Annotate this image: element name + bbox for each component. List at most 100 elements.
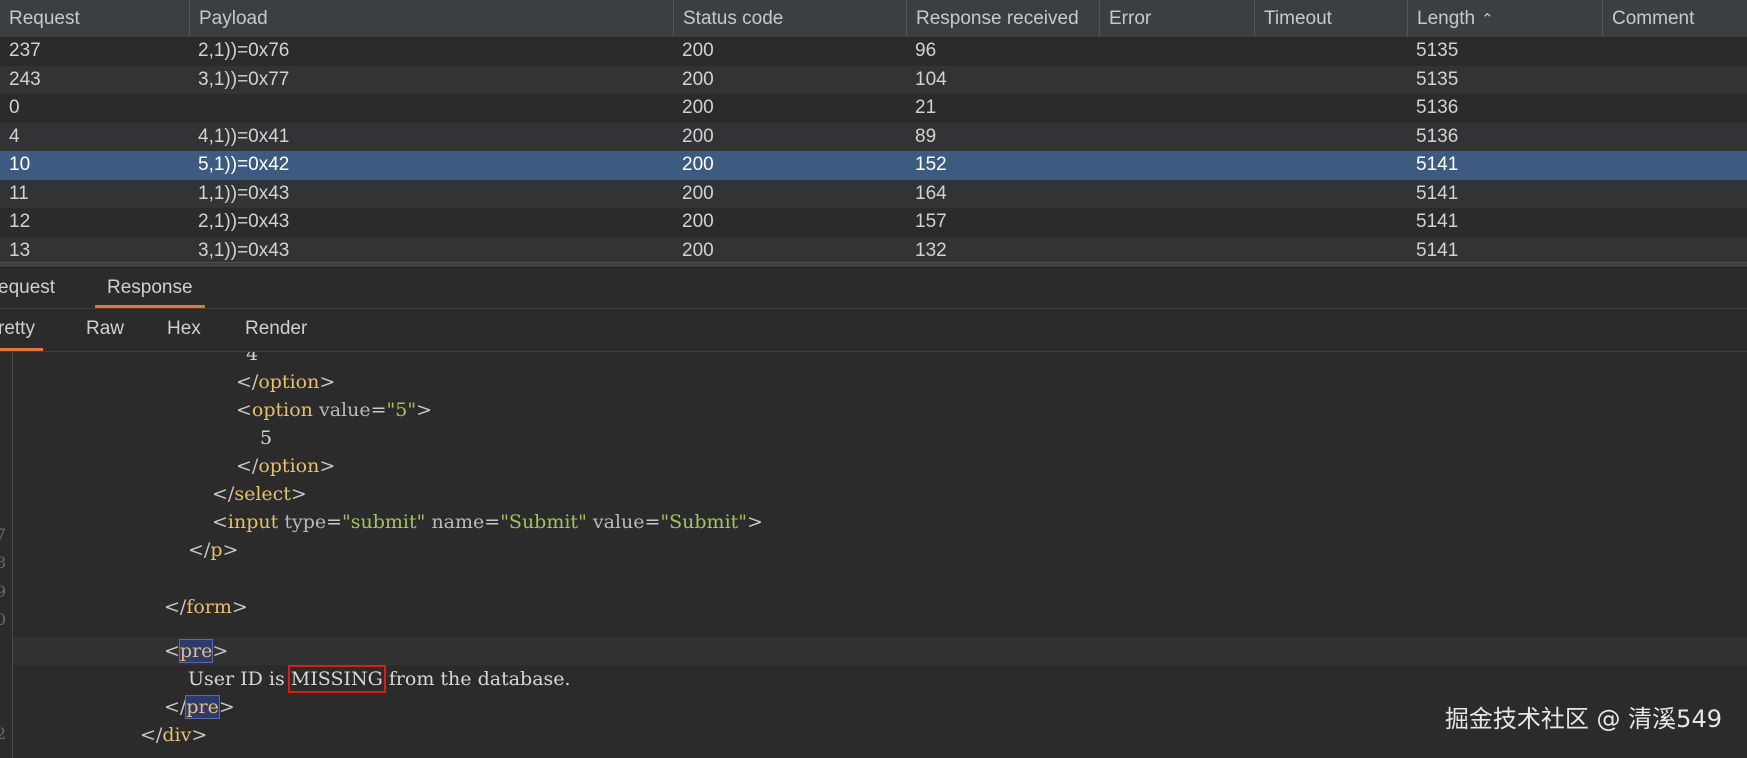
- cell-timeout: [1254, 151, 1407, 180]
- cell-length: 5136: [1416, 125, 1459, 147]
- missing-highlight: MISSING: [287, 665, 386, 693]
- cell-status-code: 200: [682, 154, 714, 175]
- column-header-response-received[interactable]: Response received: [906, 0, 1099, 37]
- cell-length: 5135: [1416, 68, 1459, 90]
- code-line: <option value="5">: [236, 399, 433, 421]
- cell-status-code: 200: [682, 239, 714, 261]
- line-number: 7: [0, 525, 6, 544]
- code-string: "Submit": [500, 511, 587, 533]
- cell-response-received: 164: [915, 182, 947, 204]
- cell-request: 10: [9, 154, 31, 175]
- code-tag: input: [227, 511, 279, 533]
- code-text: from the database.: [388, 668, 571, 690]
- column-header-comment[interactable]: Comment: [1602, 0, 1747, 37]
- code-tag: div: [162, 724, 192, 746]
- table-body: 237 2,1))=0x76 200 96 5135 243 3,1))=0x7…: [0, 37, 1747, 265]
- column-header-timeout[interactable]: Timeout: [1254, 0, 1407, 37]
- code-text: User ID is: [188, 668, 285, 690]
- code-line: <pre>: [164, 639, 229, 663]
- cell-response-received: 89: [915, 125, 937, 147]
- cell-status-code: 200: [682, 68, 714, 90]
- cell-payload: 3,1))=0x77: [198, 68, 290, 90]
- tab-pretty[interactable]: retty: [0, 309, 43, 351]
- tab-response[interactable]: Response: [95, 268, 205, 308]
- cell-payload: [189, 94, 673, 123]
- cell-payload: 5,1))=0x42: [198, 154, 290, 175]
- cell-status-code: 200: [682, 125, 714, 147]
- line-number: 0: [0, 610, 6, 629]
- tab-request[interactable]: equest: [0, 268, 55, 308]
- view-tab-bar: retty Raw Hex Render: [0, 309, 1747, 352]
- cell-status-code: 200: [682, 40, 714, 61]
- code-tag-match: pre: [178, 639, 214, 663]
- code-tag: form: [186, 596, 232, 618]
- code-tag: p: [210, 539, 223, 561]
- cell-error: [1099, 123, 1254, 152]
- code-tag: option: [251, 399, 313, 421]
- code-text: 4: [246, 352, 259, 365]
- column-header-length[interactable]: Length ⌃: [1407, 0, 1602, 37]
- cell-payload: 1,1))=0x43: [198, 182, 290, 204]
- table-row[interactable]: 237 2,1))=0x76 200 96 5135: [0, 37, 1747, 66]
- code-line: </div>: [140, 724, 208, 746]
- current-line-highlight: [13, 637, 1747, 665]
- table-row[interactable]: 243 3,1))=0x77 200 104 5135: [0, 65, 1747, 94]
- code-line: </select>: [212, 483, 307, 505]
- code-tag: select: [234, 483, 291, 505]
- code-tag: option: [258, 455, 320, 477]
- column-header-payload[interactable]: Payload: [189, 0, 673, 37]
- line-number: 9: [0, 582, 6, 601]
- cell-request: 237: [9, 40, 41, 61]
- tab-raw[interactable]: Raw: [86, 309, 124, 351]
- cell-payload: 4,1))=0x41: [198, 125, 290, 147]
- code-line: 4: [246, 352, 258, 369]
- code-tag-match: pre: [185, 695, 220, 719]
- cell-comment: [1602, 237, 1747, 266]
- cell-response-received: 96: [915, 40, 937, 61]
- cell-length: 5135: [1416, 40, 1459, 61]
- column-header-length-label: Length: [1417, 8, 1476, 29]
- cell-response-received: 132: [915, 239, 947, 261]
- code-line: </option>: [236, 455, 336, 477]
- table-row[interactable]: 12 2,1))=0x43 200 157 5141: [0, 208, 1747, 237]
- code-attr: name: [431, 511, 485, 533]
- cell-error: [1099, 94, 1254, 123]
- column-header-request[interactable]: Request: [0, 0, 189, 37]
- cell-length: 5141: [1416, 211, 1459, 232]
- cell-timeout: [1254, 208, 1407, 237]
- column-header-status-code[interactable]: Status code: [673, 0, 906, 37]
- table-row[interactable]: 4 4,1))=0x41 200 89 5136: [0, 122, 1747, 152]
- response-editor[interactable]: 7 8 9 0 2 4 </option> <option value="5">…: [0, 352, 1747, 758]
- line-number: 2: [0, 724, 6, 743]
- cell-comment: [1602, 208, 1747, 237]
- cell-request: 13: [9, 239, 31, 261]
- cell-status-code: 200: [682, 182, 714, 204]
- cell-status-code: 200: [682, 211, 714, 232]
- table-row[interactable]: 13 3,1))=0x43 200 132 5141: [0, 236, 1747, 266]
- cell-payload: 3,1))=0x43: [198, 239, 290, 261]
- tab-render[interactable]: Render: [245, 309, 307, 351]
- code-attr: value: [318, 399, 371, 421]
- code-string: "submit": [342, 511, 426, 533]
- watermark-text: 掘金技术社区 @ 清溪549: [1444, 705, 1722, 733]
- code-line: </pre>: [164, 695, 235, 719]
- table-row-selected[interactable]: 10 5,1))=0x42 200 152 5141: [0, 151, 1747, 180]
- table-row[interactable]: 11 1,1))=0x43 200 164 5141: [0, 179, 1747, 209]
- cell-comment: [1602, 37, 1747, 66]
- cell-request: 11: [9, 182, 29, 204]
- cell-response-received: 157: [915, 211, 947, 232]
- cell-comment: [1602, 180, 1747, 209]
- line-number-gutter: 7 8 9 0 2: [0, 352, 13, 758]
- cell-length: 5141: [1416, 154, 1459, 175]
- code-line: </p>: [188, 539, 239, 561]
- cell-response-received: 152: [915, 154, 947, 175]
- code-line: </option>: [236, 371, 336, 393]
- cell-request: 4: [9, 125, 20, 147]
- table-row[interactable]: 0 200 21 5136: [0, 94, 1747, 123]
- cell-comment: [1602, 151, 1747, 180]
- cell-error: [1099, 237, 1254, 266]
- tab-hex[interactable]: Hex: [167, 309, 201, 351]
- cell-error: [1099, 37, 1254, 66]
- column-header-error[interactable]: Error: [1099, 0, 1254, 37]
- intruder-results-table: Request Payload Status code Response rec…: [0, 0, 1747, 265]
